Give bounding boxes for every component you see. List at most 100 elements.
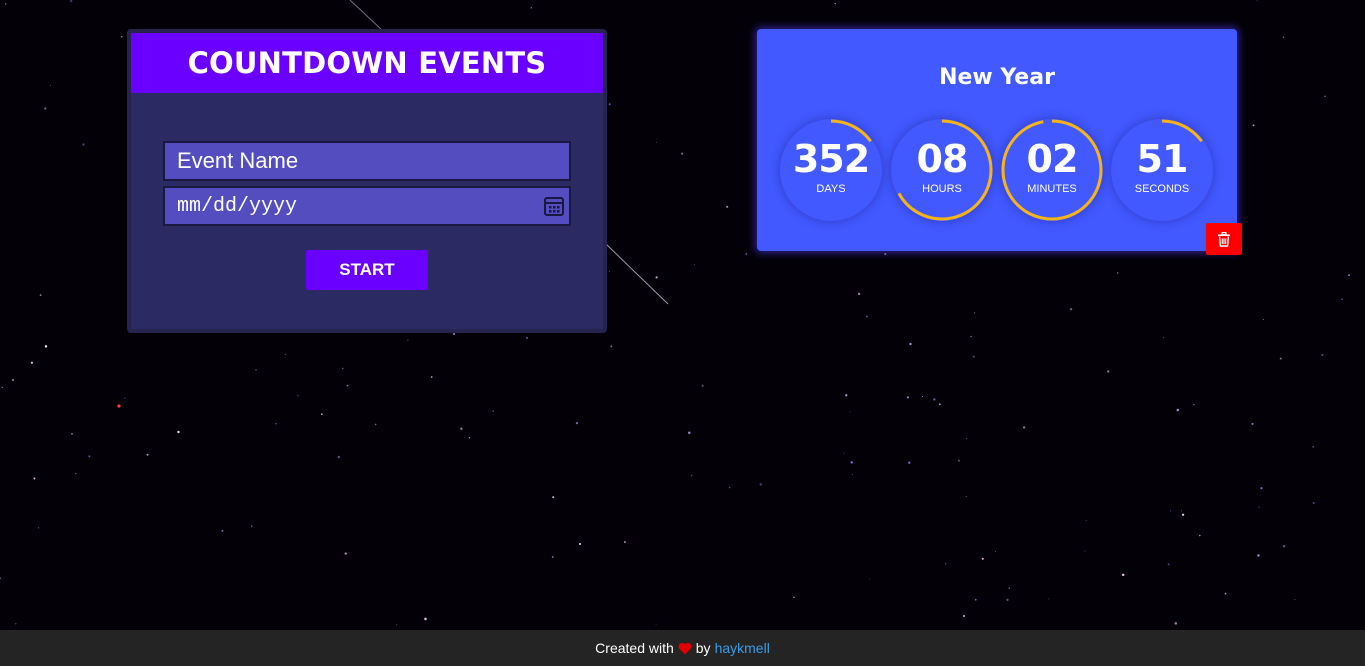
- shooting-star: [605, 243, 669, 305]
- seconds-value: 51: [1136, 137, 1189, 181]
- star: [11, 378, 15, 382]
- days-value: 352: [792, 137, 870, 181]
- star: [117, 404, 121, 408]
- star: [981, 557, 984, 560]
- star: [1252, 124, 1255, 127]
- star: [177, 430, 180, 434]
- star: [1107, 370, 1110, 373]
- star: [407, 339, 409, 341]
- star: [1321, 353, 1324, 357]
- star: [0, 577, 1, 579]
- star: [759, 483, 763, 486]
- star: [492, 410, 494, 412]
- star: [255, 369, 257, 371]
- heart-icon: [678, 642, 692, 654]
- star: [1260, 487, 1263, 490]
- minutes-label: MINUTES: [1027, 183, 1077, 195]
- star: [284, 353, 286, 355]
- star: [1174, 622, 1178, 625]
- star: [575, 422, 579, 425]
- star: [1224, 592, 1227, 595]
- star: [337, 455, 340, 459]
- star: [1085, 520, 1087, 521]
- star: [793, 596, 795, 598]
- star: [38, 527, 40, 529]
- hours-label: HOURS: [922, 183, 962, 195]
- start-button[interactable]: START: [306, 250, 428, 290]
- star: [1006, 598, 1009, 602]
- star: [146, 453, 149, 456]
- author-link[interactable]: haykmell: [715, 640, 770, 656]
- star: [908, 461, 911, 464]
- star: [972, 355, 975, 358]
- star: [884, 253, 887, 255]
- star: [74, 472, 77, 475]
- star: [44, 345, 48, 348]
- footer-created-with: Created with: [595, 640, 674, 656]
- star: [1, 386, 3, 389]
- star: [1294, 599, 1296, 601]
- minutes-value: 02: [1026, 137, 1079, 181]
- star: [623, 541, 626, 543]
- star: [921, 395, 923, 398]
- star: [39, 294, 42, 296]
- star: [1256, 0, 1258, 2]
- form-title: COUNTDOWN EVENTS: [187, 46, 547, 80]
- star: [82, 143, 85, 146]
- minutes-timer: 02 MINUTES: [1001, 119, 1103, 221]
- star: [656, 141, 657, 143]
- event-name-input[interactable]: [177, 143, 569, 179]
- star: [430, 376, 433, 378]
- star: [974, 598, 977, 601]
- star: [1282, 544, 1286, 548]
- star: [957, 459, 960, 462]
- star: [1262, 318, 1264, 321]
- star: [70, 0, 73, 3]
- star: [845, 394, 848, 397]
- star: [33, 477, 36, 480]
- star: [1117, 272, 1119, 274]
- star: [1312, 502, 1315, 504]
- star: [124, 397, 126, 400]
- event-name-field[interactable]: [163, 141, 571, 181]
- star: [525, 336, 529, 340]
- star: [701, 384, 704, 387]
- footer: Created with by haykmell: [0, 630, 1365, 666]
- event-date-field[interactable]: mm/dd/yyyy: [163, 186, 571, 226]
- star: [321, 413, 323, 415]
- star: [1199, 534, 1201, 537]
- star: [681, 152, 684, 155]
- star: [1324, 95, 1326, 98]
- delete-event-button[interactable]: [1206, 223, 1242, 255]
- star: [460, 427, 463, 430]
- star: [843, 452, 845, 454]
- star: [1341, 298, 1343, 300]
- star: [374, 423, 377, 426]
- countdown-form-panel: COUNTDOWN EVENTS mm/dd/yyyy START: [127, 29, 607, 333]
- star: [1162, 337, 1164, 339]
- star: [88, 455, 91, 458]
- star: [909, 342, 912, 346]
- star: [690, 474, 693, 477]
- calendar-icon[interactable]: [543, 195, 565, 217]
- star: [1257, 554, 1260, 557]
- star: [745, 252, 748, 255]
- star: [938, 403, 941, 406]
- star: [655, 623, 657, 625]
- star: [424, 617, 427, 621]
- event-date-input[interactable]: mm/dd/yyyy: [177, 195, 297, 218]
- star: [970, 335, 972, 338]
- star: [945, 563, 947, 565]
- star: [120, 35, 123, 38]
- star: [1312, 445, 1315, 448]
- star: [1279, 357, 1282, 360]
- star: [965, 496, 967, 498]
- star: [726, 205, 729, 208]
- star: [1069, 308, 1073, 311]
- star: [1258, 506, 1260, 508]
- star: [965, 437, 967, 439]
- star: [608, 103, 611, 106]
- star: [15, 623, 17, 625]
- star: [71, 433, 73, 435]
- star: [251, 525, 253, 527]
